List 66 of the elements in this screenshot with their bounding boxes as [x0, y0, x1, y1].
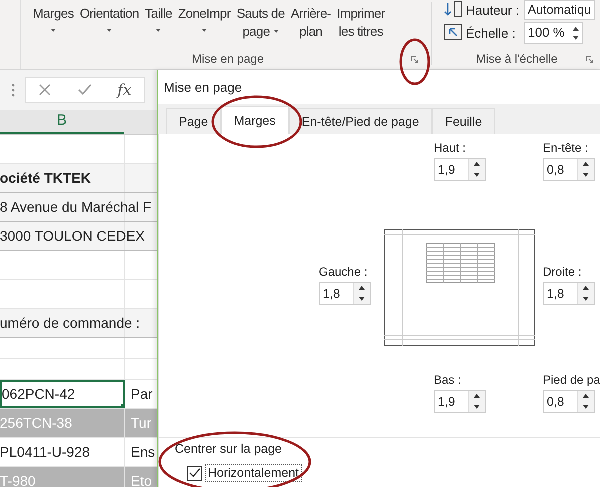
insert-function-button[interactable]: fx: [118, 81, 132, 99]
scale-icon: [444, 24, 464, 42]
spin-up-icon[interactable]: [474, 162, 480, 166]
tab[interactable]: Page: [166, 108, 222, 134]
ribbon-button[interactable]: Taille: [143, 5, 174, 41]
annotation-ellipse: [400, 38, 430, 86]
table-cell: Par: [131, 386, 153, 402]
spin-up-icon[interactable]: [359, 286, 365, 290]
ribbon-button[interactable]: Sauts de page: [234, 5, 287, 41]
table-cell: uméro de commande :: [0, 315, 140, 331]
check-icon[interactable]: [76, 83, 93, 97]
tab[interactable]: Feuille: [432, 108, 496, 134]
field-label: Échelle :: [466, 26, 517, 40]
table-cell: 062PCN-42: [2, 386, 76, 402]
spin-up-icon[interactable]: [583, 394, 589, 398]
table-cell: PL0411-U-928: [0, 444, 90, 460]
field-label: Droite :: [543, 265, 583, 279]
column-header[interactable]: B: [0, 110, 124, 134]
spin-up-icon[interactable]: [583, 162, 589, 166]
checkbox[interactable]: [187, 466, 202, 480]
table-cell: Ens: [131, 444, 156, 460]
group-label: Mise à l'échelle: [476, 52, 558, 66]
table-cell: Tur: [131, 415, 152, 431]
ribbon-button[interactable]: Imprimer les titres: [335, 5, 388, 41]
margin-field[interactable]: 1,9: [434, 158, 486, 181]
table-cell: T-980: [0, 473, 36, 487]
tab[interactable]: Marges: [221, 106, 289, 134]
tab[interactable]: En-tête/Pied de page: [288, 108, 432, 134]
field-label: Gauche :: [319, 265, 369, 279]
table-cell: Eto: [131, 473, 152, 487]
cancel-icon[interactable]: [38, 83, 52, 97]
spin-up-icon[interactable]: [474, 394, 480, 398]
spin-down-icon[interactable]: [583, 172, 589, 177]
field-label: Haut :: [434, 141, 468, 155]
dialog-launcher-icon[interactable]: [411, 56, 419, 64]
dialog-title: Mise en page: [164, 80, 242, 94]
field-label: Pied de pa: [543, 373, 600, 387]
margin-field[interactable]: 1,9: [434, 390, 486, 413]
checkbox-label[interactable]: Horizontalement: [205, 464, 302, 482]
table-cell: 3000 TOULON CEDEX: [0, 228, 145, 244]
height-icon: [444, 1, 464, 19]
spin-down-icon[interactable]: [583, 296, 589, 301]
field-label: Bas :: [434, 373, 462, 387]
ribbon-button[interactable]: Marges: [31, 5, 76, 41]
margin-field[interactable]: 0,8: [543, 158, 595, 181]
scale-field[interactable]: 100 %: [524, 22, 583, 44]
margin-field[interactable]: 0,8: [543, 390, 595, 413]
spin-down-icon[interactable]: [474, 172, 480, 177]
field-label: Hauteur :: [466, 2, 520, 18]
margin-field[interactable]: 1,8: [319, 282, 371, 305]
section-title: Centrer sur la page: [175, 442, 284, 456]
field-label: En-tête :: [543, 141, 590, 155]
table-cell: 8 Avenue du Maréchal F: [0, 199, 152, 215]
margin-field[interactable]: 1,8: [543, 282, 595, 305]
group-label: Mise en page: [192, 52, 264, 66]
spinner-arrows-icon[interactable]: [572, 26, 579, 40]
dialog-launcher-icon[interactable]: [586, 56, 594, 64]
ribbon-button[interactable]: ZoneImpr: [176, 5, 233, 41]
dropdown-field[interactable]: Automatiqu: [524, 0, 596, 20]
drag-handle-icon[interactable]: [12, 84, 15, 96]
spin-down-icon[interactable]: [359, 296, 365, 301]
ribbon-button[interactable]: Orientation: [78, 5, 142, 41]
table-cell: ociété TKTEK: [0, 170, 92, 186]
table-cell: 256TCN-38: [0, 415, 72, 431]
spin-up-icon[interactable]: [583, 286, 589, 290]
ribbon-button[interactable]: Arrière- plan: [288, 5, 334, 41]
